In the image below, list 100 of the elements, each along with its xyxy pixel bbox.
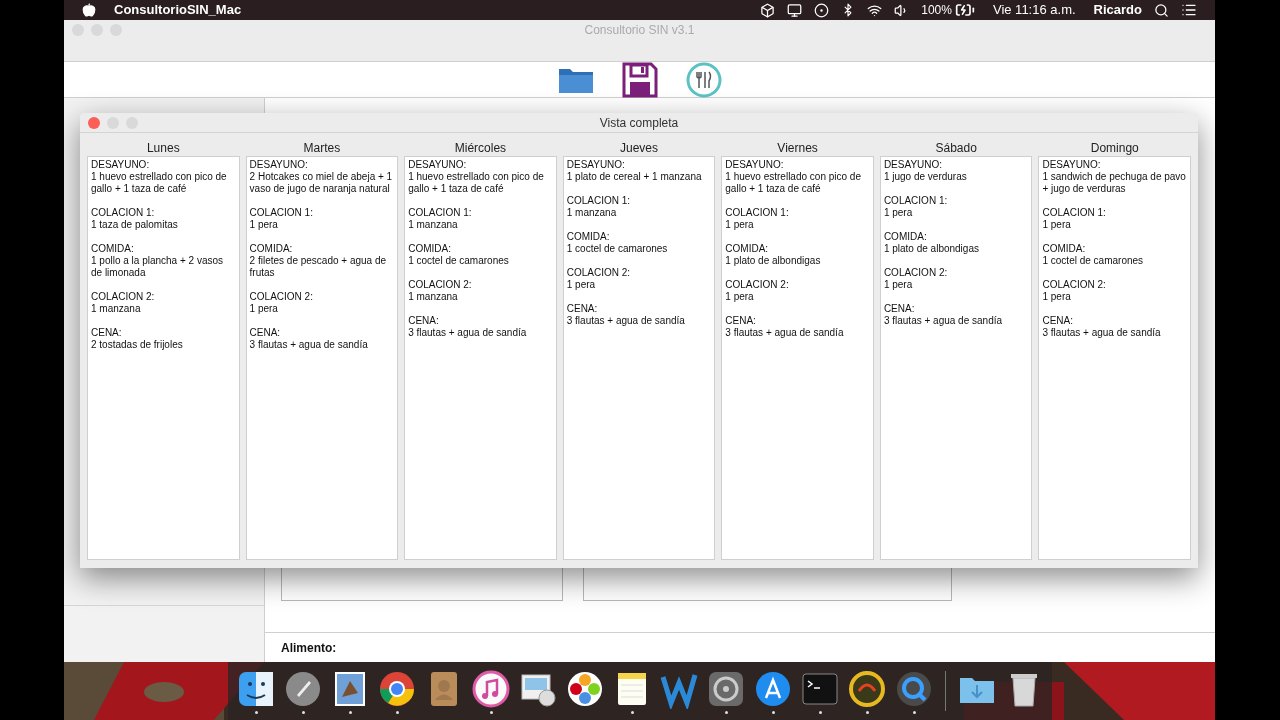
meal-text: 1 jugo de verduras bbox=[883, 171, 968, 183]
meal-text: 1 pera bbox=[883, 207, 914, 219]
meal-label: COLACION 2: bbox=[566, 267, 632, 279]
meal-label: CENA: bbox=[408, 315, 440, 327]
meal-label: DESAYUNO: bbox=[725, 159, 785, 171]
menu-icon[interactable] bbox=[1181, 2, 1197, 18]
meal-label: COLACION 2: bbox=[408, 279, 473, 291]
meal-label: COLACION 2: bbox=[725, 279, 790, 291]
day-heading: Domingo bbox=[1089, 141, 1140, 155]
day-heading: Jueves bbox=[619, 141, 660, 155]
meal-label: COMIDA: bbox=[725, 243, 770, 255]
meal-text: 1 pera bbox=[1042, 291, 1072, 303]
day-text-area[interactable]: DESAYUNO: 1 huevo estrellado con pico de gallo + 1 taza de café COLACION 1: 1 pera COMIDA: 1 plato de albondigas COLACION 2: 1 pera CENA: 3 flautas + agua de sandía bbox=[721, 156, 874, 560]
meal-label: DESAYUNO: bbox=[91, 159, 151, 171]
close-button[interactable] bbox=[88, 116, 100, 129]
cutlery-icon[interactable] bbox=[685, 61, 722, 98]
meal-label: COMIDA: bbox=[566, 231, 611, 243]
day-text-area[interactable]: DESAYUNO: 1 jugo de verduras COLACION 1: 1 pera COMIDA: 1 plato de albondigas COLACION 2: 1 pera CENA: 3 flautas + agua de sandía bbox=[879, 156, 1033, 560]
record-icon[interactable] bbox=[814, 2, 830, 18]
meal-label: COLACION 2: bbox=[91, 291, 156, 303]
day-text-area[interactable]: DESAYUNO: 2 Hotcakes co miel de abeja + 1 vaso de jugo de naranja natural COLACION 1: 1 pera COMIDA: 2 filetes de pescado + agua de frutas COLACION 2: 1 pera CENA: 3 flautas + agua de sandía bbox=[245, 156, 399, 560]
meal-label: COMIDA: bbox=[408, 243, 452, 255]
meal-text: 1 pera bbox=[249, 303, 279, 315]
meal-text: 1 manzana bbox=[408, 219, 459, 231]
meal-text: 1 coctel de camarones bbox=[408, 255, 510, 267]
meal-text: 1 plato de cereal + 1 manzana bbox=[566, 171, 703, 183]
user-name[interactable]: Ricardo bbox=[1093, 0, 1142, 20]
meal-text: 1 manzana bbox=[566, 207, 618, 219]
meal-text: 1 huevo estrellado con pico de gallo + 1 taza de café bbox=[91, 171, 228, 195]
meal-text: 3 flautas + agua de sandía bbox=[725, 327, 845, 339]
meal-text: 1 pera bbox=[1042, 219, 1072, 231]
dialog-title: Vista completa bbox=[599, 114, 679, 132]
meal-text: 1 sandwich de pechuga de pavo + jugo de verduras bbox=[1042, 171, 1187, 195]
meal-label: COLACION 1: bbox=[91, 207, 156, 219]
meal-text: 2 tostadas de frijoles bbox=[91, 339, 184, 351]
meal-text: 2 Hotcakes co miel de abeja + 1 vaso de jugo de naranja natural bbox=[249, 171, 394, 195]
meal-text: 2 filetes de pescado + agua de frutas bbox=[249, 255, 388, 279]
display-icon[interactable] bbox=[787, 2, 803, 18]
day-heading: Miércoles bbox=[453, 141, 508, 155]
meal-text: 1 coctel de camarones bbox=[1042, 255, 1145, 267]
meal-label: COLACION 1: bbox=[408, 207, 473, 219]
meal-label: COMIDA: bbox=[91, 243, 135, 255]
meal-label: COMIDA: bbox=[1042, 243, 1087, 255]
meal-text: 1 pera bbox=[249, 219, 279, 231]
meal-text: 1 manzana bbox=[91, 303, 142, 315]
meal-text: 1 pera bbox=[725, 219, 755, 231]
meal-label: COLACION 1: bbox=[249, 207, 314, 219]
meal-label: COLACION 1: bbox=[1042, 207, 1107, 219]
apple-icon[interactable] bbox=[82, 3, 96, 17]
meal-label: CENA: bbox=[91, 327, 123, 339]
meal-text: 1 pera bbox=[725, 291, 755, 303]
meal-text: 3 flautas + agua de sandía bbox=[883, 315, 1004, 327]
meal-label: DESAYUNO: bbox=[883, 159, 944, 171]
meal-label: CENA: bbox=[1042, 315, 1075, 327]
meal-label: COMIDA: bbox=[249, 243, 294, 255]
meal-label: COMIDA: bbox=[883, 231, 928, 243]
meal-text: 3 flautas + agua de sandía bbox=[249, 339, 369, 351]
day-text-area[interactable]: DESAYUNO: 1 huevo estrellado con pico de gallo + 1 taza de café COLACION 1: 1 manzana COMIDA: 1 coctel de camarones COLACION 2: 1 manzana CENA: 3 flautas + agua de sandía bbox=[404, 156, 557, 560]
wifi-icon[interactable] bbox=[867, 2, 883, 18]
search-icon[interactable] bbox=[1154, 2, 1169, 18]
day-text-area[interactable]: DESAYUNO: 1 sandwich de pechuga de pavo + jugo de verduras COLACION 1: 1 pera COMIDA: 1 coctel de camarones COLACION 2: 1 pera CENA: 3 flautas + agua de sandía bbox=[1038, 156, 1192, 560]
meal-text: 3 flautas + agua de sandía bbox=[408, 327, 528, 339]
day-text-area[interactable]: DESAYUNO: 1 plato de cereal + 1 manzana COLACION 1: 1 manzana COMIDA: 1 coctel de camarones COLACION 2: 1 pera CENA: 3 flautas + agua de sandía bbox=[562, 156, 716, 560]
day-heading: Martes bbox=[302, 141, 342, 155]
day-text-area[interactable]: DESAYUNO: 1 huevo estrellado con pico de gallo + 1 taza de café COLACION 1: 1 taza de palomitas COMIDA: 1 pollo a la plancha + 2 vasos de limonada COLACION 2: 1 manzana CENA: 2 tostadas de frijoles bbox=[87, 156, 240, 560]
meal-label: COLACION 1: bbox=[883, 195, 949, 207]
meal-label: CENA: bbox=[883, 303, 916, 315]
ring-logo-icon[interactable] bbox=[847, 668, 887, 709]
meal-label: COLACION 1: bbox=[566, 195, 632, 207]
meal-label: COLACION 2: bbox=[249, 291, 314, 303]
meal-text: 1 plato de albondigas bbox=[725, 255, 822, 267]
meal-text: 1 coctel de camarones bbox=[566, 243, 669, 255]
food-label: Alimento: bbox=[281, 639, 337, 657]
meal-label: COLACION 1: bbox=[725, 207, 790, 219]
meal-label: DESAYUNO: bbox=[566, 159, 626, 171]
day-heading: Lunes bbox=[145, 141, 181, 155]
day-heading: Sábado bbox=[934, 141, 978, 155]
music-note-icon[interactable] bbox=[471, 668, 511, 709]
meal-text: 3 flautas + agua de sandía bbox=[1042, 327, 1162, 339]
clock[interactable]: Vie 11:16 a.m. bbox=[992, 0, 1076, 20]
meal-label: DESAYUNO: bbox=[408, 159, 468, 171]
battery-percent: 100% bbox=[921, 2, 952, 19]
meal-text: 1 pera bbox=[883, 279, 914, 291]
window-title: Consultorio SIN v3.1 bbox=[584, 22, 695, 39]
meal-text: 1 plato de albondigas bbox=[883, 243, 980, 255]
meal-text: 1 pollo a la plancha + 2 vasos de limonada bbox=[91, 255, 225, 279]
meal-label: CENA: bbox=[566, 303, 599, 315]
meal-text: 1 manzana bbox=[408, 291, 459, 303]
app-menu[interactable]: ConsultorioSIN_Mac bbox=[114, 0, 242, 20]
meal-label: DESAYUNO: bbox=[1042, 159, 1102, 171]
meal-label: COLACION 2: bbox=[1042, 279, 1107, 291]
meal-label: DESAYUNO: bbox=[249, 159, 309, 171]
meal-text: 1 huevo estrellado con pico de gallo + 1 taza de café bbox=[725, 171, 862, 195]
box-icon[interactable] bbox=[760, 2, 776, 18]
day-heading: Viernes bbox=[776, 141, 819, 155]
meal-text: 3 flautas + agua de sandía bbox=[566, 315, 686, 327]
meal-text: 1 pera bbox=[566, 279, 597, 291]
meal-label: CENA: bbox=[249, 327, 282, 339]
meal-text: 1 taza de palomitas bbox=[91, 219, 179, 231]
meal-text: 1 huevo estrellado con pico de gallo + 1 taza de café bbox=[408, 171, 545, 195]
